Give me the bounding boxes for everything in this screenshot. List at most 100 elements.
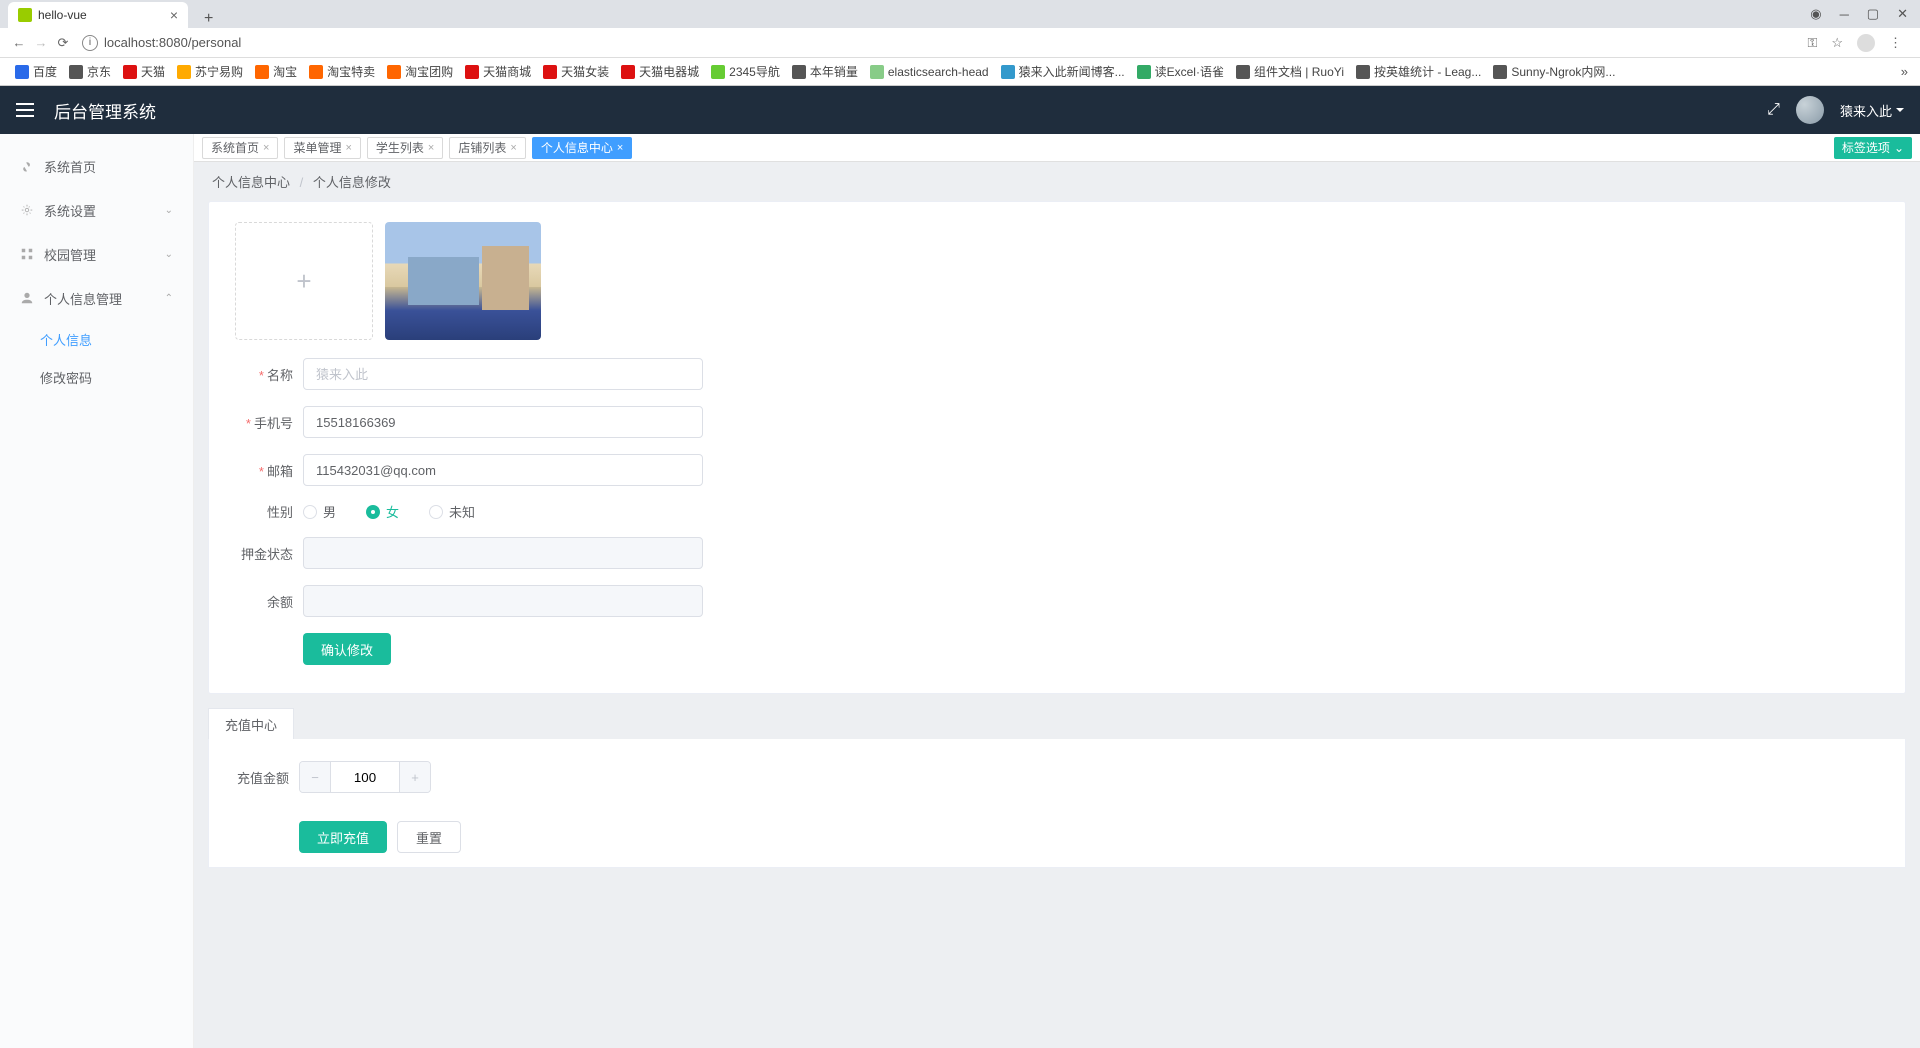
bookmarks-bar: 百度 京东 天猫 苏宁易购 淘宝 淘宝特卖 淘宝团购 天猫商城 天猫女装 天猫电… xyxy=(0,58,1920,86)
page-tab[interactable]: 店铺列表× xyxy=(449,137,525,159)
stepper-minus-button[interactable]: − xyxy=(300,762,330,792)
window-controls: ◉ ─ ▢ ✕ xyxy=(1810,0,1920,28)
recharge-amount-label: 充值金额 xyxy=(233,768,289,787)
page-tab-active[interactable]: 个人信息中心× xyxy=(532,137,632,159)
bookmark-item[interactable]: 读Excel·语雀 xyxy=(1134,61,1227,82)
deposit-label: 押金状态 xyxy=(233,544,293,563)
menu-icon[interactable]: ⋮ xyxy=(1889,35,1902,51)
recharge-reset-button[interactable]: 重置 xyxy=(397,821,461,853)
recharge-panel: 充值金额 − + 立即充值 重置 xyxy=(208,739,1906,868)
star-icon[interactable]: ☆ xyxy=(1831,35,1843,51)
forward-button[interactable]: → xyxy=(30,35,52,50)
user-menu[interactable]: 猿来入此 xyxy=(1840,101,1904,120)
email-label: 邮箱 xyxy=(233,461,293,480)
link-icon xyxy=(20,159,34,173)
phone-label: 手机号 xyxy=(233,413,293,432)
sidebar-item-home[interactable]: 系统首页 xyxy=(0,144,193,188)
gear-icon xyxy=(20,203,34,217)
hamburger-icon[interactable] xyxy=(16,103,34,117)
phone-input[interactable] xyxy=(303,406,703,438)
sidebar-sub-change-password[interactable]: 修改密码 xyxy=(0,358,193,396)
site-info-icon[interactable]: i xyxy=(82,35,98,51)
bookmark-item[interactable]: 按英雄统计 - Leag... xyxy=(1353,61,1484,82)
back-button[interactable]: ← xyxy=(8,35,30,50)
chevron-down-icon: ⌄ xyxy=(165,205,173,216)
bookmark-item[interactable]: 天猫 xyxy=(120,61,168,82)
gender-radio-female[interactable]: 女 xyxy=(366,502,399,521)
bookmark-item[interactable]: 2345导航 xyxy=(708,61,783,82)
tab-title: hello-vue xyxy=(38,8,87,22)
bookmark-item[interactable]: 猿来入此新闻博客... xyxy=(998,61,1128,82)
deposit-input xyxy=(303,537,703,569)
bookmarks-overflow[interactable]: » xyxy=(1901,64,1908,79)
avatar[interactable] xyxy=(1796,96,1824,124)
sidebar-sub-personal-info[interactable]: 个人信息 xyxy=(0,320,193,358)
close-window-icon[interactable]: ✕ xyxy=(1897,6,1908,22)
minimize-icon[interactable]: ─ xyxy=(1840,7,1849,22)
sidebar-item-personal[interactable]: 个人信息管理 ⌃ xyxy=(0,276,193,320)
page-tab[interactable]: 学生列表× xyxy=(367,137,443,159)
reload-button[interactable]: ⟳ xyxy=(52,35,74,51)
stepper-plus-button[interactable]: + xyxy=(400,762,430,792)
bookmark-item[interactable]: 天猫女装 xyxy=(540,61,612,82)
bookmark-item[interactable]: 苏宁易购 xyxy=(174,61,246,82)
bookmark-item[interactable]: 淘宝特卖 xyxy=(306,61,378,82)
recharge-submit-button[interactable]: 立即充值 xyxy=(299,821,387,853)
bookmark-item[interactable]: 天猫商城 xyxy=(462,61,534,82)
gender-radio-unknown[interactable]: 未知 xyxy=(429,502,475,521)
bookmark-item[interactable]: 本年销量 xyxy=(789,61,861,82)
bookmark-item[interactable]: 京东 xyxy=(66,61,114,82)
bookmark-item[interactable]: 淘宝 xyxy=(252,61,300,82)
bookmark-item[interactable]: 百度 xyxy=(12,61,60,82)
maximize-icon[interactable]: ▢ xyxy=(1867,6,1879,22)
sidebar: 系统首页 系统设置 ⌄ 校园管理 ⌄ 个人信息管理 ⌃ 个人信息 修改密码 xyxy=(0,134,194,1048)
recharge-tab[interactable]: 充值中心 xyxy=(208,708,294,740)
incognito-icon: ◉ xyxy=(1810,6,1821,22)
close-icon[interactable]: × xyxy=(617,142,623,154)
sidebar-item-settings[interactable]: 系统设置 ⌄ xyxy=(0,188,193,232)
profile-icon[interactable] xyxy=(1857,34,1875,52)
close-icon[interactable]: × xyxy=(345,142,351,154)
chevron-down-icon xyxy=(1896,108,1904,112)
tab-options-button[interactable]: 标签选项 ⌄ xyxy=(1834,137,1912,159)
name-input[interactable] xyxy=(303,358,703,390)
chevron-up-icon: ⌃ xyxy=(165,293,173,304)
fullscreen-icon[interactable]: ⤢ xyxy=(1767,101,1780,119)
gender-radio-male[interactable]: 男 xyxy=(303,502,336,521)
url-text: localhost:8080/personal xyxy=(104,35,241,50)
avatar-preview xyxy=(385,222,541,340)
chevron-down-icon: ⌄ xyxy=(1894,141,1904,155)
gender-label: 性别 xyxy=(233,502,293,521)
upload-avatar-button[interactable]: + xyxy=(235,222,373,340)
bookmark-item[interactable]: Sunny-Ngrok内网... xyxy=(1490,61,1618,82)
close-icon[interactable]: × xyxy=(510,142,516,154)
email-input[interactable] xyxy=(303,454,703,486)
bookmark-item[interactable]: 淘宝团购 xyxy=(384,61,456,82)
page-tab[interactable]: 系统首页× xyxy=(202,137,278,159)
browser-tabstrip: hello-vue × + ◉ ─ ▢ ✕ xyxy=(0,0,1920,28)
plus-icon: + xyxy=(296,266,311,297)
bookmark-item[interactable]: 天猫电器城 xyxy=(618,61,702,82)
name-label: 名称 xyxy=(233,365,293,384)
close-icon[interactable]: × xyxy=(263,142,269,154)
close-tab-icon[interactable]: × xyxy=(170,7,178,23)
address-bar[interactable]: i localhost:8080/personal xyxy=(82,35,1797,51)
balance-label: 余额 xyxy=(233,592,293,611)
browser-toolbar: ← → ⟳ i localhost:8080/personal ⚿ ☆ ⋮ xyxy=(0,28,1920,58)
sidebar-item-campus[interactable]: 校园管理 ⌄ xyxy=(0,232,193,276)
balance-input xyxy=(303,585,703,617)
user-icon xyxy=(20,291,34,305)
recharge-amount-input[interactable] xyxy=(330,762,400,792)
bookmark-item[interactable]: elasticsearch-head xyxy=(867,63,992,81)
close-icon[interactable]: × xyxy=(428,142,434,154)
browser-tab[interactable]: hello-vue × xyxy=(8,2,188,28)
grid-icon xyxy=(20,247,34,261)
page-tab[interactable]: 菜单管理× xyxy=(284,137,360,159)
username: 猿来入此 xyxy=(1840,101,1892,120)
bookmark-item[interactable]: 组件文档 | RuoYi xyxy=(1233,61,1347,82)
new-tab-button[interactable]: + xyxy=(198,10,219,28)
key-icon[interactable]: ⚿ xyxy=(1807,35,1817,51)
page-tabs: 系统首页× 菜单管理× 学生列表× 店铺列表× 个人信息中心× 标签选项 ⌄ xyxy=(194,134,1920,162)
submit-button[interactable]: 确认修改 xyxy=(303,633,391,665)
gender-radio-group: 男 女 未知 xyxy=(303,502,475,521)
